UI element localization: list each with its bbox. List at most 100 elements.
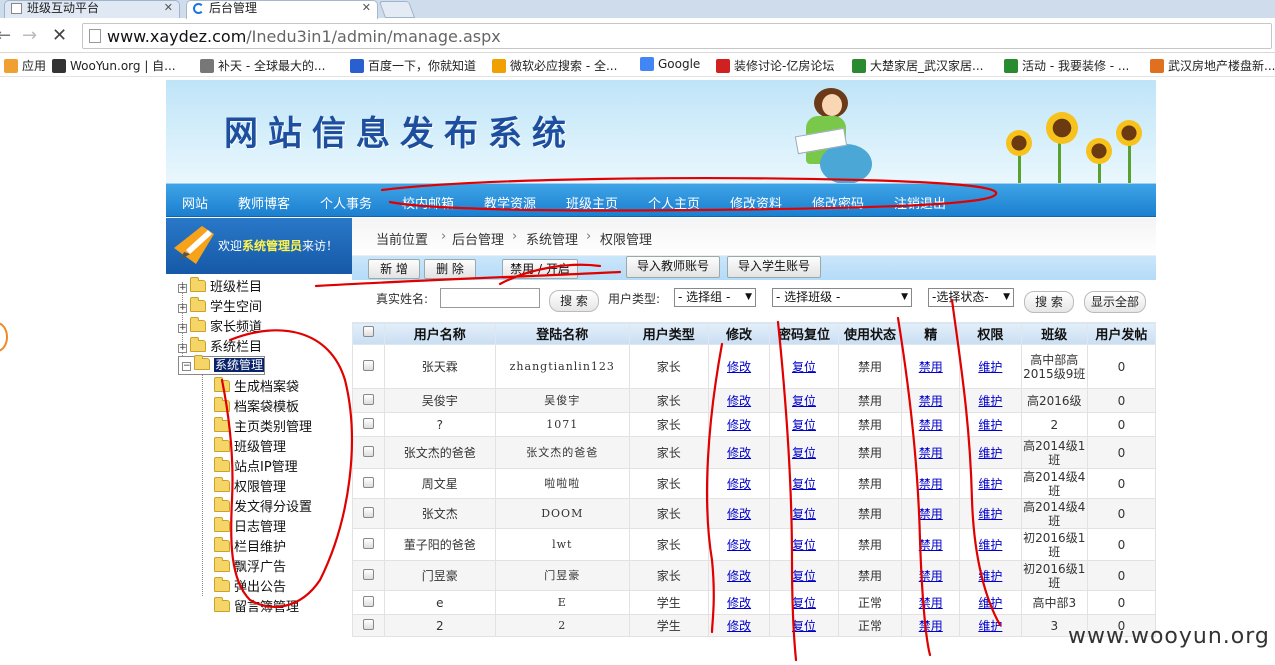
toggle-enable-button[interactable]: 禁用 / 开启 [502,259,578,279]
new-tab-button[interactable] [378,1,416,18]
jing-toggle-link[interactable]: 禁用 [919,596,943,610]
permission-link[interactable]: 维护 [978,569,1002,583]
tree-subnode[interactable]: 权限管理 [214,476,286,495]
show-all-button[interactable]: 显示全部 [1084,291,1146,313]
select-all-checkbox[interactable] [362,326,374,337]
reset-password-link[interactable]: 复位 [792,596,816,610]
reset-password-link[interactable]: 复位 [792,569,816,583]
tree-node[interactable]: + 系统栏目 [178,336,262,355]
row-checkbox[interactable] [362,476,374,488]
expand-icon[interactable]: + [178,304,187,313]
tree-subnode[interactable]: 档案袋模板 [214,396,299,415]
menu-item-6[interactable]: 班级主页 [566,193,618,212]
tree-subnode[interactable]: 主页类别管理 [214,416,312,435]
stop-icon[interactable]: ✕ [52,25,67,46]
row-checkbox[interactable] [362,568,374,580]
reset-password-link[interactable]: 复位 [792,477,816,491]
bookmark-item[interactable]: 武汉房地产楼盘新... [1150,57,1275,74]
tree-subnode[interactable]: 发文得分设置 [214,496,312,515]
permission-link[interactable]: 维护 [978,596,1002,610]
class-select[interactable]: - 选择班级 - ▼ [772,288,912,307]
browser-tab-1[interactable]: 班级互动平台 ✕ [4,0,180,18]
tree-node[interactable]: − 系统管理 [178,355,266,375]
edit-link[interactable]: 修改 [727,394,751,408]
import-teacher-button[interactable]: 导入教师账号 [626,256,720,278]
menu-item-10[interactable]: 注销退出 [894,193,946,212]
edit-link[interactable]: 修改 [727,477,751,491]
row-checkbox[interactable] [362,417,374,429]
tree-subnode[interactable]: 生成档案袋 [214,376,299,395]
permission-link[interactable]: 维护 [978,507,1002,521]
tree-subnode[interactable]: 站点IP管理 [214,456,298,475]
search-button-2[interactable]: 搜 索 [1024,291,1074,313]
edit-link[interactable]: 修改 [727,569,751,583]
jing-toggle-link[interactable]: 禁用 [919,619,943,633]
menu-item-4[interactable]: 校内邮箱 [402,193,454,212]
tree-subnode[interactable]: 飘浮广告 [214,556,286,575]
jing-toggle-link[interactable]: 禁用 [919,418,943,432]
url-text[interactable]: www.xaydez.com/Inedu3in1/admin/manage.as… [107,27,501,46]
edit-link[interactable]: 修改 [727,507,751,521]
breadcrumb-item[interactable]: 后台管理 [452,229,504,248]
forward-icon[interactable]: → [22,25,37,46]
row-checkbox[interactable] [362,393,374,405]
edit-link[interactable]: 修改 [727,596,751,610]
tree-subnode[interactable]: 弹出公告 [214,576,286,595]
reset-password-link[interactable]: 复位 [792,446,816,460]
reset-password-link[interactable]: 复位 [792,507,816,521]
delete-button[interactable]: 删 除 [424,259,476,279]
menu-item-9[interactable]: 修改密码 [812,193,864,212]
bookmark-item[interactable]: 活动 - 我要装修 - ... [1004,57,1129,74]
jing-toggle-link[interactable]: 禁用 [919,446,943,460]
row-checkbox[interactable] [362,359,374,371]
menu-item-3[interactable]: 个人事务 [320,193,372,212]
permission-link[interactable]: 维护 [978,394,1002,408]
tree-node[interactable]: + 学生空间 [178,296,262,315]
jing-toggle-link[interactable]: 禁用 [919,477,943,491]
reset-password-link[interactable]: 复位 [792,619,816,633]
close-icon[interactable]: ✕ [164,1,173,15]
edit-link[interactable]: 修改 [727,538,751,552]
close-icon[interactable]: ✕ [362,1,371,15]
edit-link[interactable]: 修改 [727,418,751,432]
add-button[interactable]: 新 增 [368,259,420,279]
tree-node[interactable]: + 班级栏目 [178,276,262,295]
permission-link[interactable]: 维护 [978,446,1002,460]
reset-password-link[interactable]: 复位 [792,418,816,432]
jing-toggle-link[interactable]: 禁用 [919,538,943,552]
tree-subnode[interactable]: 留言簿管理 [214,596,299,615]
browser-tab-2[interactable]: 后台管理 ✕ [186,0,378,19]
reset-password-link[interactable]: 复位 [792,394,816,408]
group-select[interactable]: - 选择组 - ▼ [674,288,756,307]
jing-toggle-link[interactable]: 禁用 [919,394,943,408]
bookmark-item[interactable]: 装修讨论-亿房论坛 [716,57,834,74]
tree-subnode[interactable]: 栏目维护 [214,536,286,555]
bookmark-item[interactable]: WooYun.org | 自... [52,57,176,74]
permission-link[interactable]: 维护 [978,477,1002,491]
edit-link[interactable]: 修改 [727,446,751,460]
permission-link[interactable]: 维护 [978,360,1002,374]
bookmark-item[interactable]: 大楚家居_武汉家居... [852,57,983,74]
permission-link[interactable]: 维护 [978,538,1002,552]
edit-link[interactable]: 修改 [727,619,751,633]
bookmark-item[interactable]: 百度一下，你就知道 [350,57,476,74]
jing-toggle-link[interactable]: 禁用 [919,569,943,583]
permission-link[interactable]: 维护 [978,418,1002,432]
bookmark-item[interactable]: 应用 [4,57,46,74]
menu-item-5[interactable]: 教学资源 [484,193,536,212]
expand-icon[interactable]: + [178,284,187,293]
menu-item-2[interactable]: 教师博客 [238,193,290,212]
reset-password-link[interactable]: 复位 [792,538,816,552]
permission-link[interactable]: 维护 [978,619,1002,633]
tree-node[interactable]: + 家长频道 [178,316,262,335]
reset-password-link[interactable]: 复位 [792,360,816,374]
edit-link[interactable]: 修改 [727,360,751,374]
menu-item-8[interactable]: 修改资料 [730,193,782,212]
collapse-icon[interactable]: − [182,362,191,371]
tree-subnode[interactable]: 日志管理 [214,516,286,535]
jing-toggle-link[interactable]: 禁用 [919,360,943,374]
address-bar[interactable]: www.xaydez.com/Inedu3in1/admin/manage.as… [82,23,1272,49]
menu-item-7[interactable]: 个人主页 [648,193,700,212]
expand-icon[interactable]: + [178,324,187,333]
row-checkbox[interactable] [362,595,374,607]
